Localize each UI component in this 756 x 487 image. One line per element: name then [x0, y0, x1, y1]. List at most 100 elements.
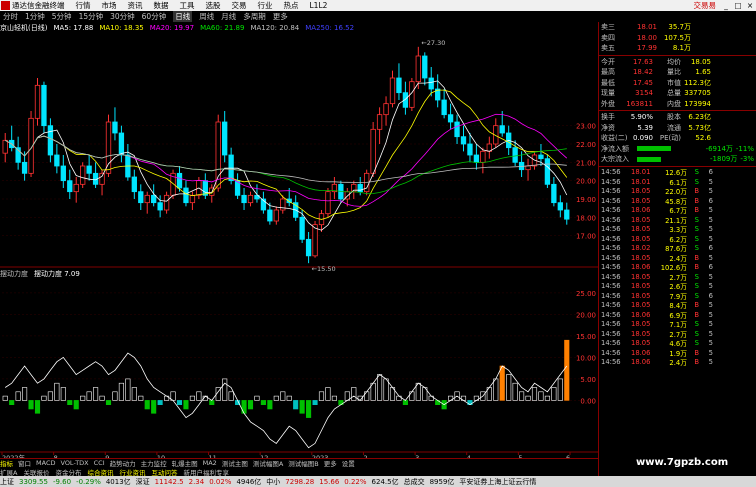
indicator-bar: [80, 395, 86, 401]
tick-count: 6: [708, 263, 713, 272]
candle: [486, 136, 492, 159]
flow-bar: [637, 156, 661, 162]
menu-item-news[interactable]: 资讯: [128, 0, 143, 11]
indicator-bar: [86, 391, 92, 401]
period-0[interactable]: 分时: [3, 11, 18, 22]
tick-time: 14:56: [601, 329, 621, 338]
extension-tab-5[interactable]: 互动问答: [151, 467, 177, 477]
period-3[interactable]: 15分钟: [79, 11, 104, 22]
quote-key: 最低: [601, 78, 615, 87]
period-9[interactable]: 多周期: [243, 11, 266, 22]
tick-price: 18.05: [631, 187, 651, 196]
tick-volume: 87.6万: [665, 245, 687, 254]
quote-value: 5.39: [637, 123, 653, 132]
tick-volume: 21.1万: [665, 216, 687, 225]
candle: [60, 155, 66, 188]
tick-direction: B: [694, 358, 699, 367]
quote-key: 流通: [667, 123, 681, 132]
tick-row: 14:56 18.06 102.6万 B 6: [599, 263, 756, 272]
index-name-sh[interactable]: 上证: [0, 477, 14, 487]
quote-key: 今开: [601, 57, 615, 66]
quote-key: 净资: [601, 123, 615, 132]
order-price: 17.99: [636, 44, 657, 53]
indicator-bar: [151, 400, 157, 414]
menu-item-data[interactable]: 数据: [154, 0, 169, 11]
indicator-bar: [157, 400, 163, 405]
flow-row: 净流入额 -6914万 -11%: [599, 144, 756, 155]
tick-row: 14:56 18.06 6.7万 B 5: [599, 206, 756, 215]
quote-value: 5.90%: [630, 113, 653, 122]
period-5[interactable]: 60分钟: [142, 11, 167, 22]
menu-item-l1l2[interactable]: L1L2: [310, 1, 328, 10]
indicator-bar: [267, 400, 273, 410]
extension-tab-2[interactable]: 资金分布: [55, 467, 81, 477]
candle: [163, 191, 170, 214]
period-1[interactable]: 1分钟: [25, 11, 45, 22]
index-pct-sme: 0.22%: [344, 477, 367, 486]
candle: [305, 232, 312, 264]
candle: [557, 195, 563, 218]
quote-value: 5.73亿: [688, 123, 711, 132]
extension-tab-4[interactable]: 行业资讯: [119, 467, 145, 477]
index-name-sme[interactable]: 中小: [266, 477, 280, 487]
period-4[interactable]: 30分钟: [110, 11, 135, 22]
capital-flows: 净流入额 -6914万 -11% 大宗流入 -1809万 -3%: [599, 144, 756, 165]
index-name-sz[interactable]: 深证: [136, 477, 150, 487]
period-8[interactable]: 月线: [221, 11, 236, 22]
tick-volume: 2.7万: [669, 273, 687, 282]
extension-tab-3[interactable]: 综合资讯: [87, 467, 113, 477]
candle: [189, 191, 196, 210]
menu-item-trade[interactable]: 交易: [232, 0, 247, 11]
tick-price: 18.05: [631, 272, 651, 281]
indicator-bar: [512, 382, 518, 401]
indicator-bar: [531, 387, 538, 401]
period-7[interactable]: 周线: [199, 11, 214, 22]
indicator-y-tick: 10.00: [576, 354, 596, 362]
ma120-label: MA120: 20.84: [250, 23, 300, 32]
period-2[interactable]: 5分钟: [52, 11, 72, 22]
quote-row: 今开 17.63 均价 18.05: [599, 57, 756, 68]
extension-tab-1[interactable]: 关联报价: [23, 467, 49, 477]
tick-direction: B: [694, 253, 699, 262]
chart-area[interactable]: 23.00 22.00 21.00 20.00 19.00 18.00 17.00 ←27.3…: [0, 22, 598, 458]
app-logo-icon: [1, 1, 10, 10]
period-10[interactable]: 更多: [273, 11, 288, 22]
tick-time: 14:56: [601, 339, 621, 348]
quote-row: 净资 5.39 流通 5.73亿: [599, 123, 756, 134]
menu-item-hot[interactable]: 热点: [284, 0, 299, 11]
trade-link[interactable]: 交易易: [694, 0, 717, 11]
period-6[interactable]: 日线: [173, 11, 193, 22]
menu-item-market[interactable]: 市场: [102, 0, 117, 11]
candle: [325, 188, 331, 218]
y-tick-label: 20.00: [576, 178, 596, 186]
extension-tab-6[interactable]: 新用户福利专享: [183, 467, 229, 477]
tick-volume: 45.8万: [665, 197, 687, 206]
indicator-bar: [273, 395, 279, 401]
indicator-y-tick: 5.00: [580, 376, 596, 384]
tick-time: 14:56: [601, 263, 621, 272]
period-bar: 分时 1分钟 5分钟 15分钟 30分钟 60分钟 日线 周线 月线 多周期 更多: [0, 11, 430, 22]
indicator-bar: [105, 400, 112, 405]
indicator-bar: [312, 400, 318, 405]
tick-direction: B: [694, 310, 699, 319]
menu-item-screener[interactable]: 选股: [206, 0, 221, 11]
extension-tab-0[interactable]: 扩展A: [0, 467, 17, 477]
tick-count: 5: [708, 320, 713, 329]
candle: [131, 169, 137, 199]
menu-item-industry[interactable]: 行业: [258, 0, 273, 11]
tick-volume: 6.9万: [669, 311, 687, 320]
indicator-bar: [125, 378, 131, 401]
candle: [460, 125, 467, 152]
candle: [415, 46, 421, 89]
tick-direction: S: [694, 215, 699, 224]
indicator-value: 摆动力度 7.09: [34, 269, 80, 278]
flow-label: 大宗流入: [601, 155, 629, 164]
maximize-button[interactable]: □: [732, 1, 744, 10]
indicator-bar: [222, 378, 228, 401]
tick-row: 14:56 18.05 22.0万 B 5: [599, 187, 756, 196]
close-button[interactable]: ×: [744, 1, 756, 10]
watermark-text: www.7gpzb.com: [636, 457, 729, 468]
menu-item-quotes[interactable]: 行情: [76, 0, 91, 11]
menu-item-tools[interactable]: 工具: [180, 0, 195, 11]
minimize-button[interactable]: _: [720, 1, 732, 10]
